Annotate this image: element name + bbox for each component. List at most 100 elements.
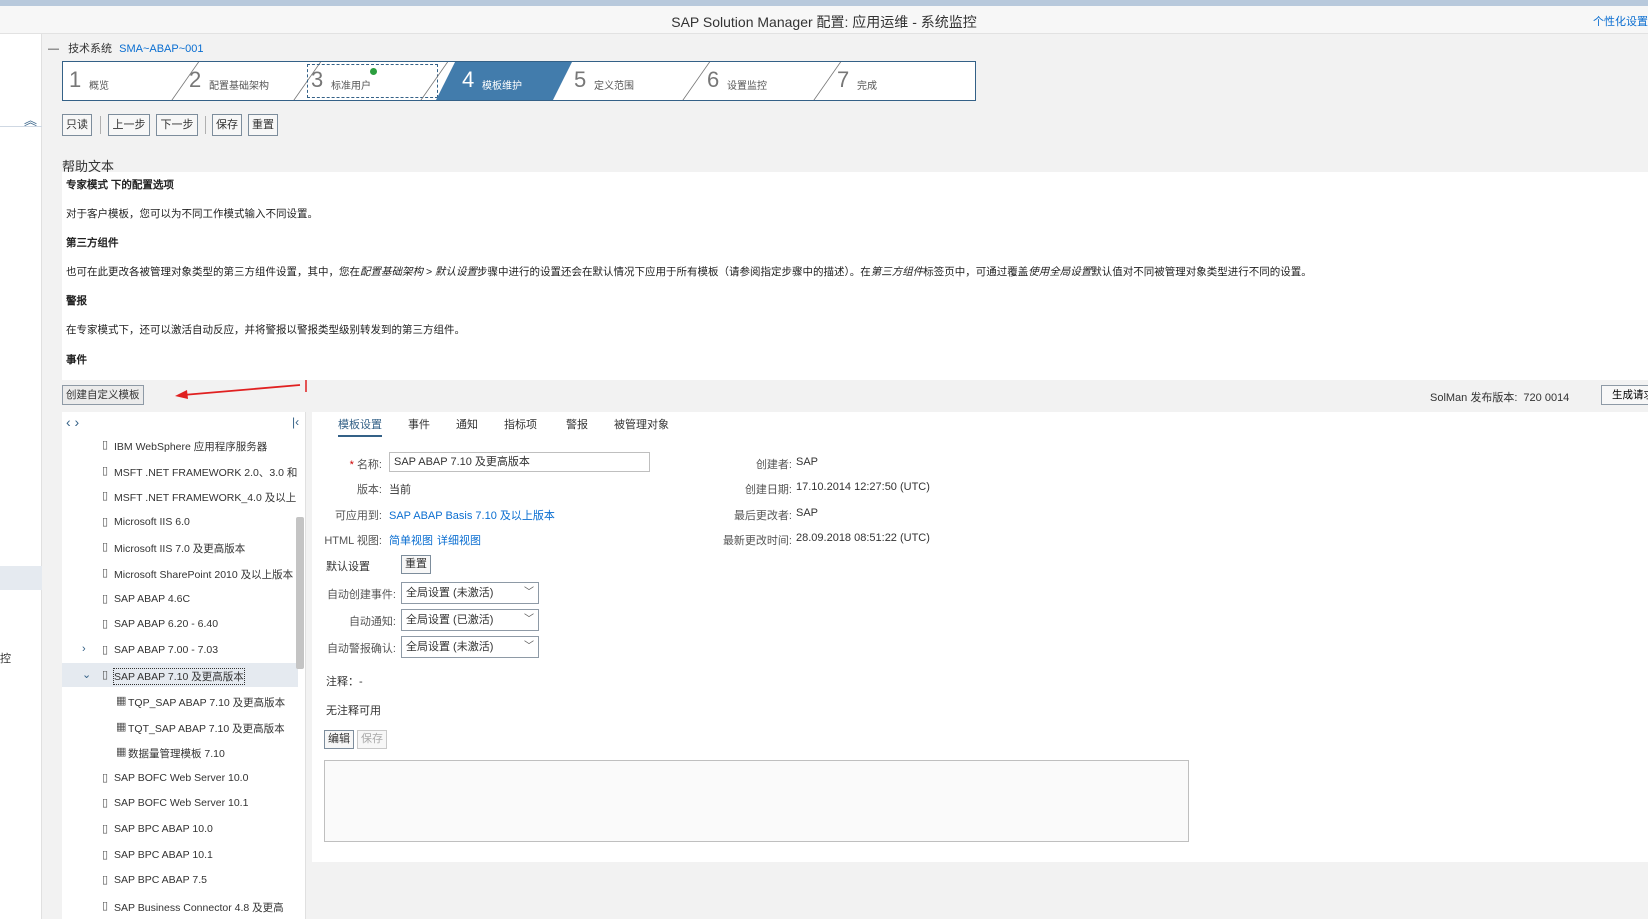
- tree-nav-arrows-icon[interactable]: ‹ ›: [66, 414, 79, 430]
- tree-item-label: SAP ABAP 4.6C: [114, 592, 191, 605]
- created-by-label: 创建者:: [755, 459, 792, 471]
- auto-event-label: 自动创建事件:: [326, 589, 396, 601]
- no-notes-text: 无注释可用: [326, 705, 381, 717]
- tree-item[interactable]: ▯ MSFT .NET FRAMEWORK_4.0 及以上: [62, 484, 298, 508]
- document-icon: ▯: [102, 490, 109, 503]
- next-step-button[interactable]: 下一步: [156, 114, 198, 136]
- save-notes-button: 保存: [357, 730, 387, 749]
- window-title: SAP Solution Manager 配置: 应用运维 - 系统监控: [671, 14, 977, 30]
- reset-defaults-button[interactable]: 重置: [401, 555, 431, 574]
- tab-managed-objects[interactable]: 被管理对象: [614, 416, 669, 435]
- rail-divider: [0, 126, 42, 127]
- tree-item[interactable]: ▯ Microsoft SharePoint 2010 及以上版本: [62, 561, 298, 585]
- simple-view-link[interactable]: 简单视图: [389, 532, 433, 548]
- tree-item[interactable]: ▦ TQT_SAP ABAP 7.10 及更高版本: [62, 715, 298, 739]
- tree-item[interactable]: ▯ SAP BOFC Web Server 10.0: [62, 766, 298, 790]
- tab-alerts[interactable]: 警报: [566, 416, 588, 435]
- tree-item[interactable]: ▯ MSFT .NET FRAMEWORK 2.0、3.0 和: [62, 459, 298, 483]
- auto-event-select[interactable]: 全局设置 (未激活) ﹀: [401, 582, 539, 604]
- changed-by-value: SAP: [796, 507, 819, 519]
- tree-item[interactable]: › ▯ SAP ABAP 7.00 - 7.03: [62, 638, 298, 662]
- chevron-down-icon: ﹀: [524, 614, 534, 625]
- version-value: 当前: [389, 484, 411, 496]
- collapse-icon[interactable]: ⌄: [82, 668, 91, 681]
- tree-item[interactable]: ▯ SAP BPC ABAP 7.5: [62, 868, 298, 892]
- document-icon: ▯: [102, 771, 109, 784]
- save-button[interactable]: 保存: [212, 114, 242, 136]
- auto-confirm-label: 自动警报确认:: [326, 643, 396, 655]
- toolbar-divider: [100, 116, 101, 134]
- tree-item-label: MSFT .NET FRAMEWORK_4.0 及以上: [114, 492, 297, 505]
- tree-item[interactable]: ▯ SAP ABAP 6.20 - 6.40: [62, 612, 298, 636]
- tab-events[interactable]: 事件: [408, 416, 430, 435]
- detail-view-link[interactable]: 详细视图: [437, 532, 481, 548]
- roadmap-step-1[interactable]: 1 概览: [63, 62, 200, 100]
- document-icon: ▯: [102, 464, 109, 477]
- tab-notifications[interactable]: 通知: [456, 416, 478, 435]
- help-paragraph: 对于客户模板，您可以为不同工作模式输入不同设置。: [66, 208, 318, 220]
- technical-system-value[interactable]: SMA~ABAP~001: [119, 43, 203, 55]
- tree-item[interactable]: ▯ SAP ABAP 4.6C: [62, 587, 298, 611]
- tree-item[interactable]: ▯ SAP BPC ABAP 10.1: [62, 843, 298, 867]
- expand-icon[interactable]: ›: [82, 643, 86, 655]
- document-icon: ▯: [102, 669, 109, 682]
- roadmap-step-4[interactable]: 4 模板维护: [436, 62, 572, 100]
- tree-item[interactable]: ▯ Microsoft IIS 7.0 及更高版本: [62, 535, 298, 559]
- changed-on-label: 最新更改时间:: [722, 535, 792, 547]
- generate-request-button[interactable]: 生成请求: [1601, 385, 1648, 405]
- tree-item[interactable]: ▯ Microsoft IIS 6.0: [62, 510, 298, 534]
- help-heading: 专家模式 下的配置选项: [66, 179, 174, 191]
- collapse-dash-icon[interactable]: —: [48, 43, 59, 55]
- name-label: * 名称:: [349, 459, 382, 471]
- rail-item-label[interactable]: 控: [0, 650, 11, 666]
- tree-item[interactable]: ▯ SAP BOFC Web Server 10.1: [62, 791, 298, 815]
- document-icon: ▯: [102, 567, 109, 579]
- tab-metrics[interactable]: 指标项: [504, 416, 537, 435]
- solman-release-value: 720 0014: [1523, 392, 1570, 404]
- tree-item[interactable]: ▯ SAP Business Connector 4.8 及更高: [62, 894, 298, 918]
- edit-button[interactable]: 编辑: [324, 730, 354, 749]
- roadmap-step-3[interactable]: 3 标准用户: [305, 62, 449, 100]
- roadmap-step-2[interactable]: 2 配置基础架构: [183, 62, 322, 100]
- chevron-down-icon: ﹀: [524, 641, 534, 652]
- tab-template-settings[interactable]: 模板设置: [338, 416, 382, 437]
- tree-item[interactable]: ▦ 数据量管理模板 7.10: [62, 740, 298, 764]
- applicable-to-link[interactable]: SAP ABAP Basis 7.10 及以上版本: [389, 507, 555, 523]
- tree-item[interactable]: ▦ TQP_SAP ABAP 7.10 及更高版本: [62, 689, 298, 713]
- created-on-label: 创建日期:: [744, 484, 792, 496]
- readonly-button[interactable]: 只读: [62, 114, 92, 136]
- reset-button[interactable]: 重置: [248, 114, 278, 136]
- html-view-label: HTML 视图:: [324, 535, 382, 547]
- roadmap-step-7[interactable]: 7 完成: [831, 62, 975, 100]
- rail-selected-item[interactable]: [0, 566, 42, 590]
- document-icon: ▯: [102, 541, 109, 554]
- document-icon: ▯: [102, 592, 109, 605]
- tree-collapse-icon[interactable]: |‹: [292, 415, 299, 429]
- created-by-value: SAP: [796, 456, 819, 468]
- tree-item-label: SAP ABAP 6.20 - 6.40: [114, 618, 219, 631]
- tree-item[interactable]: ⌄ ▯ SAP ABAP 7.10 及更高版本: [62, 663, 298, 688]
- template-icon: ▦: [116, 720, 127, 733]
- roadmap-step-5[interactable]: 5 定义范围: [568, 62, 711, 100]
- create-custom-template-button[interactable]: 创建自定义模板: [62, 385, 144, 405]
- auto-confirm-select[interactable]: 全局设置 (未激活) ﹀: [401, 636, 539, 658]
- notes-textarea[interactable]: [324, 760, 1189, 842]
- document-icon: ▯: [102, 848, 109, 861]
- auto-notify-select[interactable]: 全局设置 (已激活) ﹀: [401, 609, 539, 631]
- tree-scrollbar[interactable]: [296, 517, 304, 669]
- prev-step-button[interactable]: 上一步: [108, 114, 150, 136]
- personalize-link[interactable]: 个性化设置: [1593, 13, 1648, 29]
- help-heading: 警报: [66, 295, 87, 307]
- tree-item[interactable]: ▯ IBM WebSphere 应用程序服务器: [62, 433, 298, 457]
- technical-system-line: — 技术系统 SMA~ABAP~001: [48, 40, 204, 56]
- tree-item[interactable]: ▯ SAP BPC ABAP 10.0: [62, 817, 298, 841]
- roadmap-step-6[interactable]: 6 设置监控: [701, 62, 842, 100]
- document-icon: ▯: [102, 618, 109, 631]
- document-icon: ▯: [102, 899, 109, 912]
- tree-item-label: TQP_SAP ABAP 7.10 及更高版本: [128, 697, 286, 709]
- tree-item-label: MSFT .NET FRAMEWORK 2.0、3.0 和: [114, 466, 298, 479]
- technical-system-label: 技术系统: [68, 43, 113, 55]
- version-label: 版本:: [356, 484, 382, 496]
- template-name-input[interactable]: SAP ABAP 7.10 及更高版本: [389, 452, 650, 472]
- tree-item-label: 数据量管理模板 7.10: [128, 748, 225, 761]
